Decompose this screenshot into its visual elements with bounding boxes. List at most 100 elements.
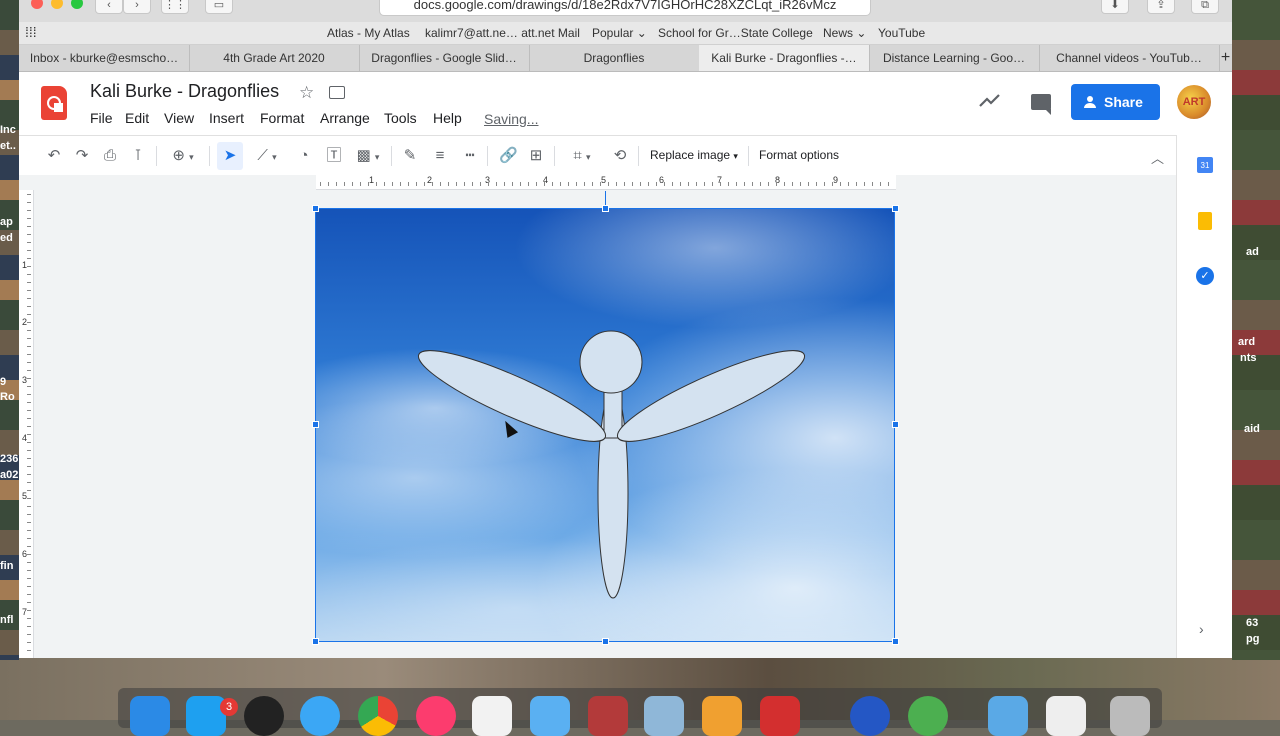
replace-image-button[interactable]: Replace image ▾ [650, 148, 738, 162]
tasks-icon[interactable]: ✓ [1196, 267, 1214, 285]
address-bar[interactable]: docs.google.com/drawings/d/18e2Rdx7V7IGH… [379, 0, 871, 16]
tab-kali-burke-dragonflies[interactable]: Kali Burke - Dragonflies -… [699, 45, 870, 71]
shape-tool-icon[interactable]: ◔ [295, 147, 313, 165]
resize-handle-sw[interactable] [312, 638, 319, 645]
tab-distance-learning[interactable]: Distance Learning - Goo… [869, 45, 1040, 71]
bookmark-news[interactable]: News ⌄ [823, 26, 866, 40]
select-cursor-icon[interactable]: ➤ [217, 142, 243, 170]
downloads-stack-icon[interactable] [1046, 696, 1086, 736]
apps-grid-icon[interactable]: ⁞⁞⁞ [25, 24, 37, 40]
zoom-window-button[interactable] [71, 0, 83, 9]
menu-help[interactable]: Help [433, 110, 462, 126]
bookmark-popular[interactable]: Popular ⌄ [592, 26, 647, 40]
ruler-tick [776, 182, 777, 186]
border-weight-icon[interactable]: ≡ [431, 147, 449, 165]
back-button[interactable]: ‹ [95, 0, 123, 14]
move-to-folder-icon[interactable] [329, 86, 345, 99]
calendar-icon[interactable]: 31 [1197, 157, 1213, 173]
bookmark-school[interactable]: School for Gr…State College [658, 26, 813, 40]
tab-dragonflies[interactable]: Dragonflies [529, 45, 700, 71]
undo-icon[interactable]: ↶ [45, 147, 63, 165]
grid-icon[interactable]: ⋮⋮ [161, 0, 189, 14]
ruler-tick [656, 182, 657, 186]
line-tool-icon[interactable]: ⟋ ▾ [250, 147, 284, 165]
tab-dragonflies-slides[interactable]: Dragonflies - Google Slid… [359, 45, 530, 71]
preview-icon[interactable] [644, 696, 684, 736]
bookmark-news-label: News [823, 26, 854, 40]
menu-edit[interactable]: Edit [125, 110, 149, 126]
pages-icon[interactable] [702, 696, 742, 736]
border-dash-icon[interactable]: ┅ [461, 147, 479, 165]
menu-format[interactable]: Format [260, 110, 304, 126]
format-options-button[interactable]: Format options [759, 148, 839, 162]
photos-icon[interactable] [472, 696, 512, 736]
bookmark-youtube[interactable]: YouTube [878, 26, 925, 40]
tab-inbox[interactable]: Inbox - kburke@esmscho… [19, 45, 190, 71]
ruler-tick [784, 182, 785, 186]
menu-tools[interactable]: Tools [384, 110, 417, 126]
document-title[interactable]: Kali Burke - Dragonflies [90, 81, 279, 102]
zoom-app-icon[interactable] [850, 696, 890, 736]
redo-icon[interactable]: ↷ [73, 147, 91, 165]
paint-format-icon[interactable]: ⊺ [129, 147, 147, 165]
chevron-up-icon[interactable]: ︿ [1151, 148, 1164, 167]
keynote-icon[interactable] [530, 696, 570, 736]
music-icon[interactable] [416, 696, 456, 736]
menu-arrange[interactable]: Arrange [320, 110, 370, 126]
share-button[interactable]: Share [1071, 84, 1160, 120]
reset-image-icon[interactable]: ⟲ [611, 147, 629, 165]
resize-handle-s[interactable] [602, 638, 609, 645]
bookmark-atlas[interactable]: Atlas - My Atlas [327, 26, 410, 40]
tab-4th-grade-art[interactable]: 4th Grade Art 2020 [189, 45, 360, 71]
forward-button[interactable]: › [123, 0, 151, 14]
trash-icon[interactable] [1110, 696, 1150, 736]
drawing-canvas[interactable]: 1 2 3 4 5 6 7 8 9 1 2 3 4 5 6 7 [19, 175, 1176, 658]
print-icon[interactable]: ⎙ [101, 147, 119, 165]
clock-icon[interactable] [244, 696, 284, 736]
acrobat-icon[interactable] [760, 696, 800, 736]
bookmark-mail[interactable]: kalimr7@att.ne… att.net Mail [425, 26, 580, 40]
safari-icon[interactable] [300, 696, 340, 736]
menu-insert[interactable]: Insert [209, 110, 244, 126]
sky-background-image[interactable] [315, 208, 895, 642]
ruler-tick [27, 482, 31, 483]
minimize-window-button[interactable] [51, 0, 63, 9]
folder-icon[interactable] [988, 696, 1028, 736]
toolbar-divider [638, 146, 639, 166]
resize-handle-ne[interactable] [892, 205, 899, 212]
image-insert-icon[interactable]: ▩ ▾ [353, 147, 383, 165]
menu-file[interactable]: File [90, 110, 113, 126]
zoom-icon[interactable]: ⊕ ▾ [167, 147, 199, 165]
bg-text: pg [1246, 633, 1260, 645]
resize-handle-se[interactable] [892, 638, 899, 645]
chevron-right-icon[interactable]: › [1199, 621, 1204, 637]
link-icon[interactable]: 🔗 [499, 147, 518, 165]
chrome-icon[interactable] [358, 696, 398, 736]
finder-icon[interactable] [130, 696, 170, 736]
avatar[interactable]: ART [1177, 85, 1211, 119]
tabs-overview-icon[interactable]: ⧉ [1191, 0, 1219, 14]
drawings-logo-icon[interactable] [41, 86, 67, 120]
close-window-button[interactable] [31, 0, 43, 9]
resize-handle-e[interactable] [892, 421, 899, 428]
photo-booth-icon[interactable] [588, 696, 628, 736]
resize-handle-w[interactable] [312, 421, 319, 428]
new-tab-button[interactable]: + [1219, 45, 1232, 71]
resize-handle-n[interactable] [602, 205, 609, 212]
resize-handle-nw[interactable] [312, 205, 319, 212]
comment-icon[interactable] [1031, 94, 1051, 115]
keep-icon[interactable] [1198, 212, 1212, 230]
download-icon[interactable]: ⬇ [1101, 0, 1129, 14]
add-comment-icon[interactable]: ⊞ [527, 147, 545, 165]
share-sheet-icon[interactable]: ⇪ [1147, 0, 1175, 14]
crop-icon[interactable]: ⌗ ▾ [564, 147, 600, 165]
sidebar-toggle-icon[interactable]: ▭ [205, 0, 233, 14]
bug-app-icon[interactable] [908, 696, 948, 736]
activity-trend-icon[interactable] [979, 92, 1001, 108]
tab-channel-videos[interactable]: Channel videos - YouTub… [1039, 45, 1220, 71]
border-color-icon[interactable]: ✎ [401, 147, 419, 165]
star-icon[interactable]: ☆ [299, 83, 314, 103]
menu-view[interactable]: View [164, 110, 194, 126]
ruler-tick [27, 626, 31, 627]
text-box-icon[interactable]: 🅃 [325, 147, 343, 165]
